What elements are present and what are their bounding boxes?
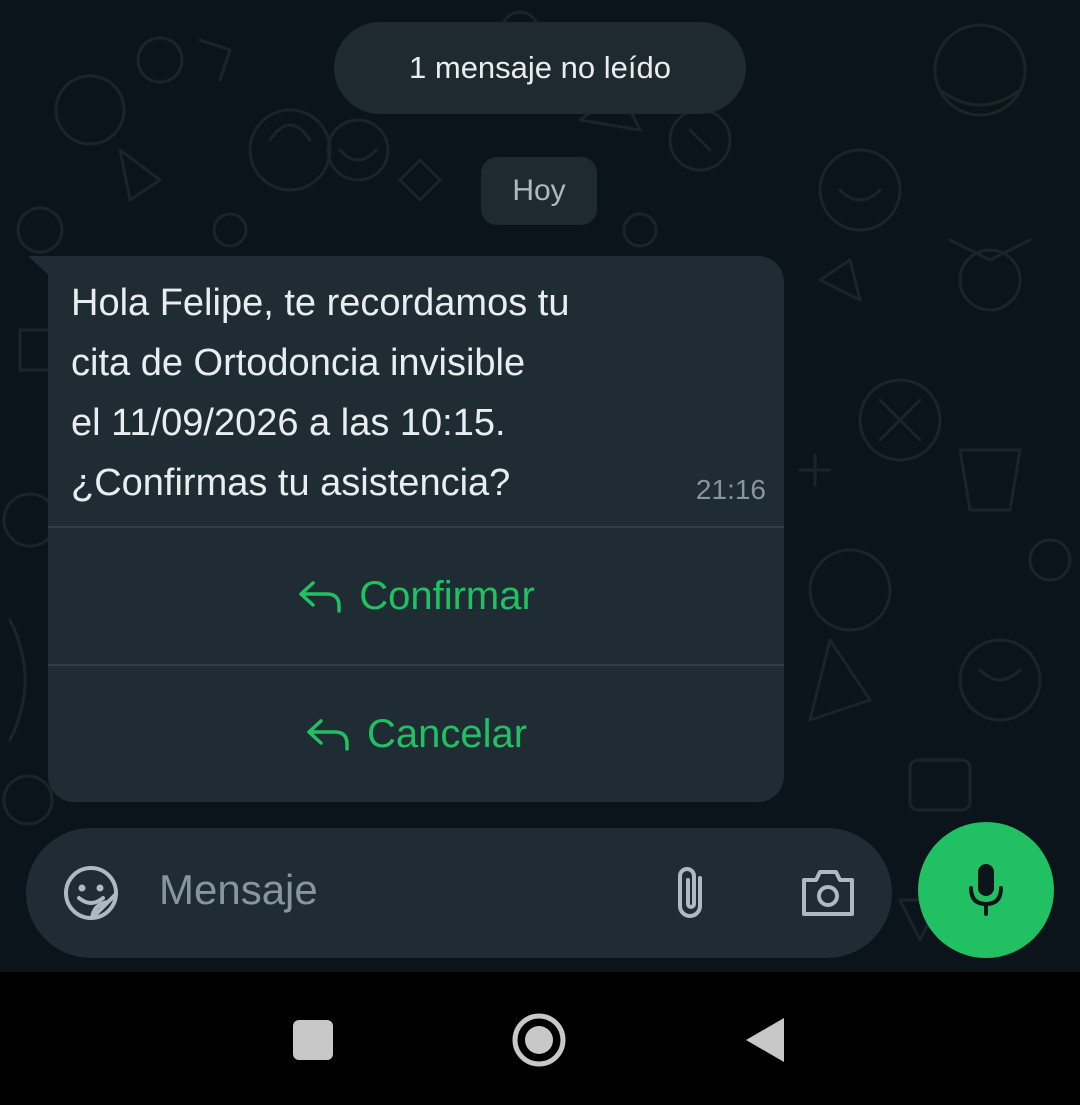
chat-wallpaper: 1 mensaje no leído Hoy Hola Felipe, te r…: [0, 0, 1080, 972]
message-line: ¿Confirmas tu asistencia?: [71, 462, 511, 504]
message-input[interactable]: Mensaje: [159, 866, 318, 914]
unread-messages-banner: 1 mensaje no leído: [334, 22, 746, 114]
incoming-message-bubble[interactable]: Hola Felipe, te recordamos tu cita de Or…: [48, 256, 784, 802]
back-icon[interactable]: [744, 1016, 786, 1069]
message-timestamp: 21:16: [695, 474, 766, 505]
message-text: Hola Felipe, te recordamos tu cita de Or…: [71, 273, 691, 513]
mic-icon: [969, 864, 1003, 916]
attach-icon[interactable]: [670, 864, 714, 927]
confirm-button[interactable]: Confirmar: [48, 528, 784, 664]
message-composer: Mensaje: [26, 828, 892, 958]
unread-banner-text: 1 mensaje no leído: [409, 50, 671, 85]
voice-message-button[interactable]: [918, 822, 1054, 958]
home-icon[interactable]: [511, 1012, 567, 1073]
date-separator-text: Hoy: [512, 174, 566, 207]
reply-icon: [307, 719, 349, 751]
message-line: Hola Felipe, te recordamos tu: [71, 282, 570, 324]
cancel-button-label: Cancelar: [366, 711, 528, 756]
cancel-button[interactable]: Cancelar: [48, 666, 784, 802]
reply-icon: [299, 581, 341, 613]
message-line: cita de Ortodoncia invisible: [71, 342, 526, 384]
system-navigation-bar: [0, 972, 1080, 1105]
sticker-icon[interactable]: [62, 864, 120, 927]
whatsapp-chat-screen: 1 mensaje no leído Hoy Hola Felipe, te r…: [0, 0, 1080, 1105]
camera-icon[interactable]: [798, 866, 858, 925]
date-separator: Hoy: [481, 157, 597, 225]
recents-icon[interactable]: [293, 1020, 333, 1060]
confirm-button-label: Confirmar: [359, 573, 535, 618]
message-line: el 11/09/2026 a las 10:15.: [71, 402, 506, 444]
